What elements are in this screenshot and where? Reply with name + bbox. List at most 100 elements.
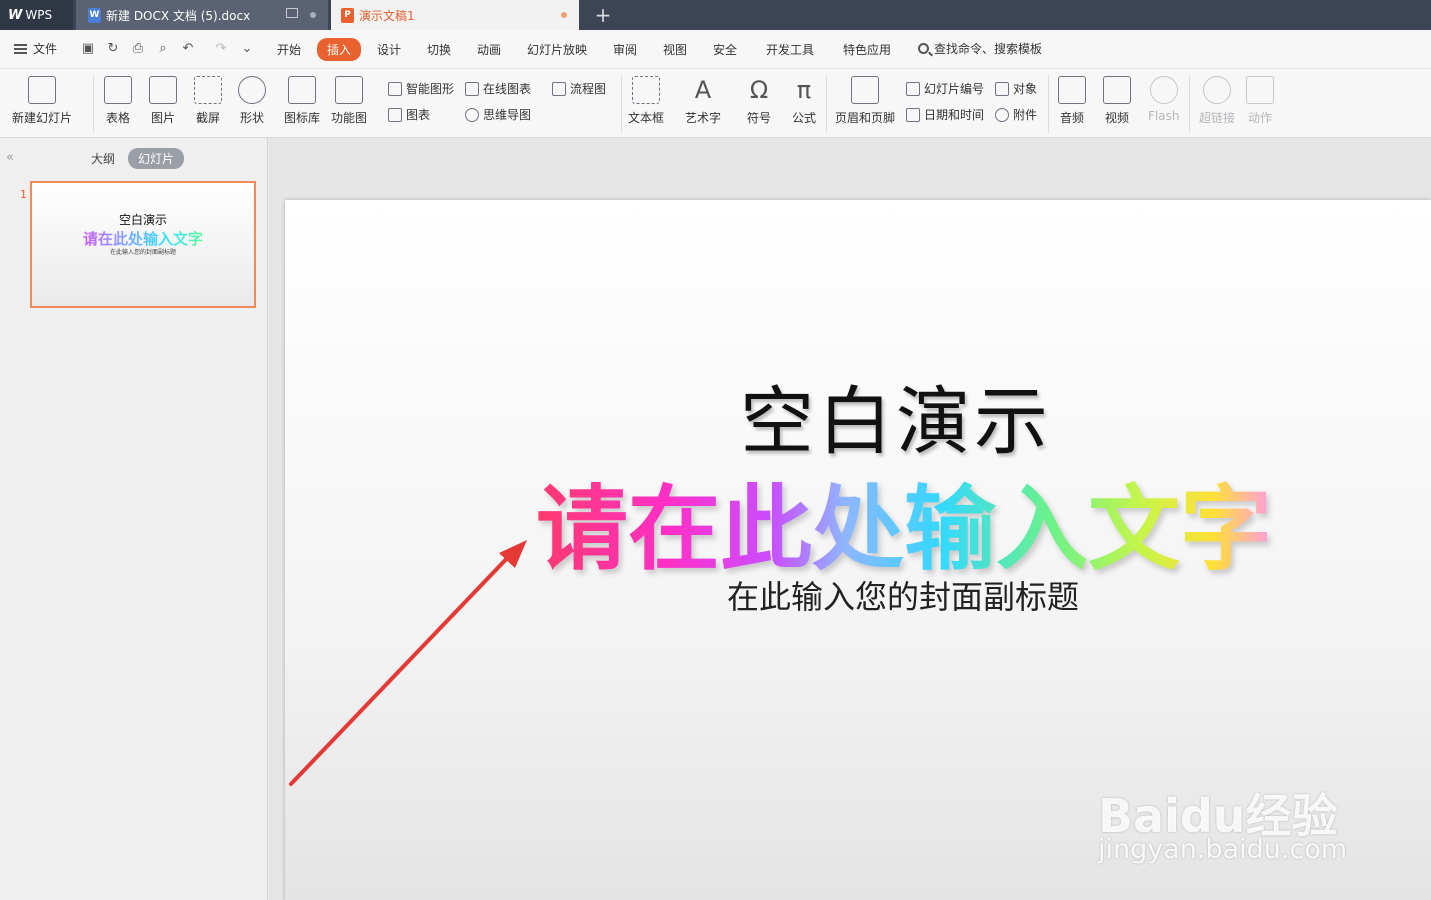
datetime-label: 日期和时间 (924, 108, 985, 122)
menu-animation[interactable]: 动画 (477, 41, 501, 58)
new-slide-button[interactable]: 新建幻灯片 (12, 76, 72, 126)
new-slide-label: 新建幻灯片 (12, 111, 73, 125)
tab-wps-home[interactable]: W WPS (0, 0, 73, 30)
object-button[interactable]: 对象 (995, 80, 1037, 97)
smart-shape-button[interactable]: 智能图形 (388, 80, 454, 97)
attachment-label: 附件 (1013, 108, 1038, 122)
tab-label: WPS (25, 8, 53, 22)
header-footer-label: 页眉和页脚 (835, 111, 896, 125)
symbol-button[interactable]: Ω 符号 (745, 76, 773, 126)
icon-library-icon (288, 76, 316, 104)
tab-label: 新建 DOCX 文档 (5).docx (106, 8, 251, 23)
insert-ribbon: 新建幻灯片 表格 图片 截屏 形状 图标库 功能图 智能图形 在线图表 流程图 … (0, 68, 1431, 138)
undo-icon[interactable]: ↶ (179, 40, 197, 58)
paperclip-icon (995, 107, 1009, 122)
function-chart-button[interactable]: 功能图 (331, 76, 367, 126)
tab-status-dot-icon[interactable] (310, 12, 316, 18)
wordart-icon: A (694, 76, 712, 104)
customize-quick-access-icon[interactable]: ⌄ (238, 40, 256, 58)
online-chart-label: 在线图表 (483, 82, 532, 96)
slide-number-label: 幻灯片编号 (924, 82, 985, 96)
audio-label: 音频 (1059, 111, 1084, 125)
flash-label: Flash (1148, 109, 1180, 123)
header-footer-button[interactable]: 页眉和页脚 (835, 76, 895, 126)
wordart-button[interactable]: A 艺术字 (685, 76, 721, 126)
flash-icon (1149, 76, 1178, 104)
menu-special-apps[interactable]: 特色应用 (843, 41, 891, 58)
flowchart-label: 流程图 (570, 82, 607, 96)
formula-label: 公式 (791, 111, 816, 125)
ribbon-divider (1048, 75, 1049, 133)
tab-presentation[interactable]: P 演示文稿1 (331, 0, 579, 30)
function-chart-icon (335, 76, 363, 104)
attachment-button[interactable]: 附件 (995, 106, 1037, 123)
slide-title[interactable]: 空白演示 (740, 362, 1052, 469)
mindmap-label: 思维导图 (483, 108, 532, 122)
shape-icon (238, 76, 266, 104)
file-menu-label: 文件 (33, 42, 58, 56)
thumb-title: 空白演示 (118, 213, 167, 227)
menu-slideshow[interactable]: 幻灯片放映 (527, 41, 587, 58)
slide-thumbnail[interactable]: 空白演示 请在此处输入文字 在此输入您的封面副标题 (30, 181, 256, 308)
screenshot-label: 截屏 (195, 111, 220, 125)
print-preview-icon[interactable]: ⌕ (154, 40, 172, 58)
formula-button[interactable]: π 公式 (790, 76, 818, 126)
shape-button[interactable]: 形状 (238, 76, 266, 126)
screenshot-icon (194, 76, 222, 104)
table-label: 表格 (105, 111, 130, 125)
mindmap-button[interactable]: 思维导图 (465, 106, 531, 123)
audio-button[interactable]: 音频 (1058, 76, 1086, 126)
command-search[interactable]: 查找命令、搜索模板 (918, 40, 1042, 57)
menu-design[interactable]: 设计 (377, 41, 401, 58)
menu-review[interactable]: 审阅 (613, 41, 637, 58)
slide-number: 1 (20, 188, 27, 201)
collapse-panel-icon[interactable]: « (6, 150, 14, 165)
datetime-button[interactable]: 日期和时间 (906, 106, 984, 123)
menu-transition[interactable]: 切换 (427, 41, 451, 58)
save-icon[interactable]: ▣ (79, 40, 97, 58)
action-button[interactable]: 动作 (1246, 76, 1274, 126)
print-icon[interactable]: ⎙ (129, 40, 147, 58)
menu-view[interactable]: 视图 (663, 41, 687, 58)
online-chart-button[interactable]: 在线图表 (465, 80, 531, 97)
omega-icon: Ω (749, 76, 769, 104)
search-icon (918, 43, 929, 54)
slide-wordart-text[interactable]: 请在此处输入文字 (536, 455, 1272, 588)
picture-button[interactable]: 图片 (149, 76, 177, 126)
shape-label: 形状 (239, 111, 264, 125)
flowchart-button[interactable]: 流程图 (552, 80, 606, 97)
new-tab-button[interactable]: + (591, 3, 615, 27)
menu-bar: 文件 ▣ ↻ ⎙ ⌕ ↶ ↷ ⌄ 开始 插入 设计 切换 动画 幻灯片放映 审阅… (0, 30, 1431, 68)
chart-label: 图表 (406, 108, 431, 122)
chart-button[interactable]: 图表 (388, 106, 430, 123)
file-menu-button[interactable]: 文件 (14, 40, 57, 57)
slide-subtitle[interactable]: 在此输入您的封面副标题 (727, 572, 1079, 618)
function-chart-label: 功能图 (331, 111, 368, 125)
slide-number-button[interactable]: 幻灯片编号 (906, 80, 984, 97)
menu-home[interactable]: 开始 (277, 41, 301, 58)
icon-library-button[interactable]: 图标库 (284, 76, 320, 126)
mindmap-icon (465, 107, 479, 122)
redo-icon[interactable]: ↷ (212, 40, 230, 58)
menu-insert[interactable]: 插入 (317, 38, 362, 61)
tab-document[interactable]: W 新建 DOCX 文档 (5).docx (76, 0, 328, 30)
textbox-button[interactable]: 文本框 (628, 76, 664, 126)
flash-button[interactable]: Flash (1148, 76, 1179, 123)
format-painter-icon[interactable]: ↻ (104, 40, 122, 58)
table-icon (104, 76, 132, 104)
object-icon (995, 81, 1009, 96)
table-button[interactable]: 表格 (104, 76, 132, 126)
video-button[interactable]: 视频 (1103, 76, 1131, 126)
word-doc-icon: W (88, 7, 101, 23)
menu-developer[interactable]: 开发工具 (766, 41, 814, 58)
presentation-doc-icon: P (341, 7, 354, 23)
hyperlink-button[interactable]: 超链接 (1199, 76, 1235, 126)
tab-slides[interactable]: 幻灯片 (128, 148, 185, 169)
monitor-icon[interactable] (286, 8, 298, 18)
tab-outline[interactable]: 大纲 (91, 150, 115, 167)
command-search-label: 查找命令、搜索模板 (934, 42, 1043, 56)
menu-security[interactable]: 安全 (713, 41, 737, 58)
tab-unsaved-dot-icon[interactable] (561, 12, 567, 18)
video-label: 视频 (1104, 111, 1129, 125)
screenshot-button[interactable]: 截屏 (194, 76, 222, 126)
